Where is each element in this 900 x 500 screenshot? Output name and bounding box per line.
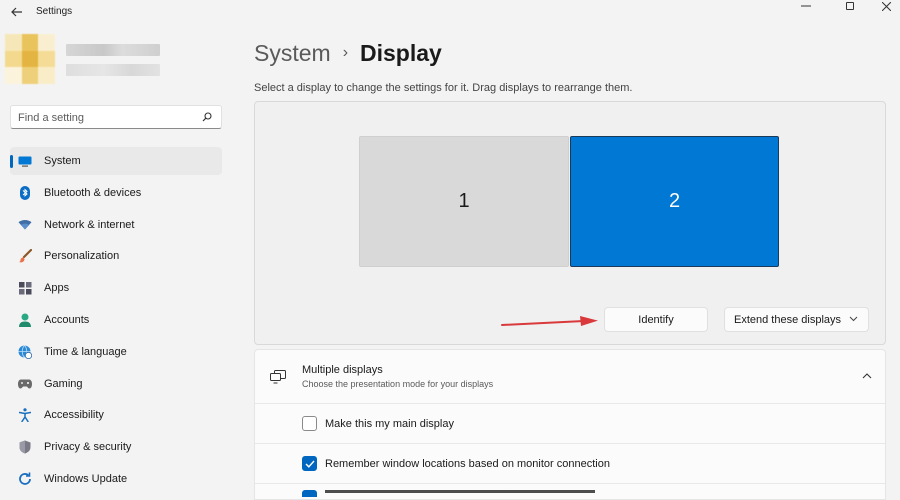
sidebar-item-apps[interactable]: Apps (10, 274, 222, 302)
title-bar: Settings (0, 0, 900, 24)
sidebar-item-bluetooth-devices[interactable]: Bluetooth & devices (10, 179, 222, 207)
main-display-checkbox[interactable] (302, 416, 317, 431)
search-icon[interactable] (202, 112, 212, 122)
sidebar-item-accounts[interactable]: Accounts (10, 306, 222, 334)
minimize-icon (801, 5, 811, 7)
section-subtitle: Choose the presentation mode for your di… (302, 379, 494, 389)
sidebar-item-label: Apps (44, 282, 70, 295)
avatar[interactable] (5, 34, 55, 84)
sidebar-item-label: Time & language (44, 345, 127, 358)
remember-locations-checkbox[interactable] (302, 456, 317, 471)
minimize-button[interactable] (786, 0, 826, 12)
option-row-remember-locations: Remember window locations based on monit… (255, 444, 885, 484)
globe-clock-icon (18, 344, 32, 359)
sidebar-item-label: Gaming (44, 377, 83, 390)
option-label: Remember window locations based on monit… (325, 457, 610, 470)
shield-icon (18, 440, 32, 454)
update-icon (18, 472, 32, 486)
sidebar-item-time-language[interactable]: Time & language (10, 338, 222, 366)
sidebar-item-accessibility[interactable]: Accessibility (10, 401, 222, 429)
bluetooth-icon (18, 185, 32, 200)
breadcrumb: System › Display (254, 38, 442, 68)
close-button[interactable] (866, 0, 900, 12)
monitor-icon (18, 154, 32, 168)
accessibility-icon (18, 408, 32, 423)
back-arrow-icon (11, 7, 22, 17)
sidebar-item-network-internet[interactable]: Network & internet (10, 211, 222, 239)
sidebar-item-windows-update[interactable]: Windows Update (10, 465, 222, 493)
option-row-main-display: Make this my main display (255, 404, 885, 444)
display-arrangement-panel: 1 2 Identify Extend these displays (254, 101, 886, 345)
chevron-up-icon[interactable] (862, 372, 872, 379)
sidebar-item-label: Bluetooth & devices (44, 186, 142, 199)
back-button[interactable] (6, 1, 28, 23)
sidebar-item-label: Accounts (44, 313, 90, 326)
search-box[interactable] (10, 105, 222, 129)
display-mode-value: Extend these displays (734, 313, 842, 326)
sidebar-item-privacy-security[interactable]: Privacy & security (10, 433, 222, 461)
wifi-icon (18, 218, 32, 232)
sidebar-item-label: Windows Update (44, 472, 128, 485)
sidebar-item-personalization[interactable]: Personalization (10, 242, 222, 270)
brush-icon (18, 249, 32, 263)
sidebar-item-label: Accessibility (44, 409, 104, 422)
partial-checkbox[interactable] (302, 490, 317, 497)
section-title: Multiple displays (302, 364, 383, 376)
arrange-instructions: Select a display to change the settings … (254, 82, 633, 94)
maximize-button[interactable] (830, 0, 870, 12)
user-name-blurred (66, 44, 160, 56)
display-1-tile[interactable]: 1 (359, 136, 569, 267)
sidebar-item-gaming[interactable]: Gaming (10, 370, 222, 398)
display-number: 2 (668, 190, 681, 212)
close-icon (881, 1, 891, 11)
page-title: Display (360, 39, 442, 66)
identify-button[interactable]: Identify (604, 307, 708, 332)
annotation-arrow-icon (501, 316, 598, 326)
chevron-down-icon (849, 316, 858, 322)
search-input[interactable] (18, 110, 193, 125)
gamepad-icon (18, 377, 32, 391)
checkmark-icon (305, 460, 315, 468)
option-label: Make this my main display (325, 417, 454, 430)
option-row-partial (255, 484, 885, 499)
multiple-displays-section: Multiple displays Choose the presentatio… (254, 349, 886, 500)
sidebar-item-label: System (44, 155, 81, 167)
maximize-icon (846, 2, 854, 10)
sidebar-nav: System Bluetooth & devices Network & int… (10, 147, 222, 497)
apps-icon (18, 281, 32, 295)
multiple-displays-header[interactable]: Multiple displays Choose the presentatio… (255, 350, 885, 404)
app-title: Settings (36, 6, 73, 17)
sidebar-item-label: Network & internet (44, 218, 135, 231)
partial-option-label (325, 490, 595, 497)
display-mode-dropdown[interactable]: Extend these displays (724, 307, 869, 332)
multiple-displays-icon (270, 370, 286, 384)
breadcrumb-parent[interactable]: System (254, 40, 331, 67)
chevron-right-icon: › (342, 44, 349, 61)
person-icon (18, 313, 32, 327)
sidebar-item-system[interactable]: System (10, 147, 222, 175)
display-number: 1 (458, 190, 470, 212)
user-email-blurred (66, 64, 160, 76)
display-2-tile[interactable]: 2 (570, 136, 779, 267)
sidebar-item-label: Privacy & security (44, 441, 132, 454)
sidebar-item-label: Personalization (44, 250, 120, 263)
